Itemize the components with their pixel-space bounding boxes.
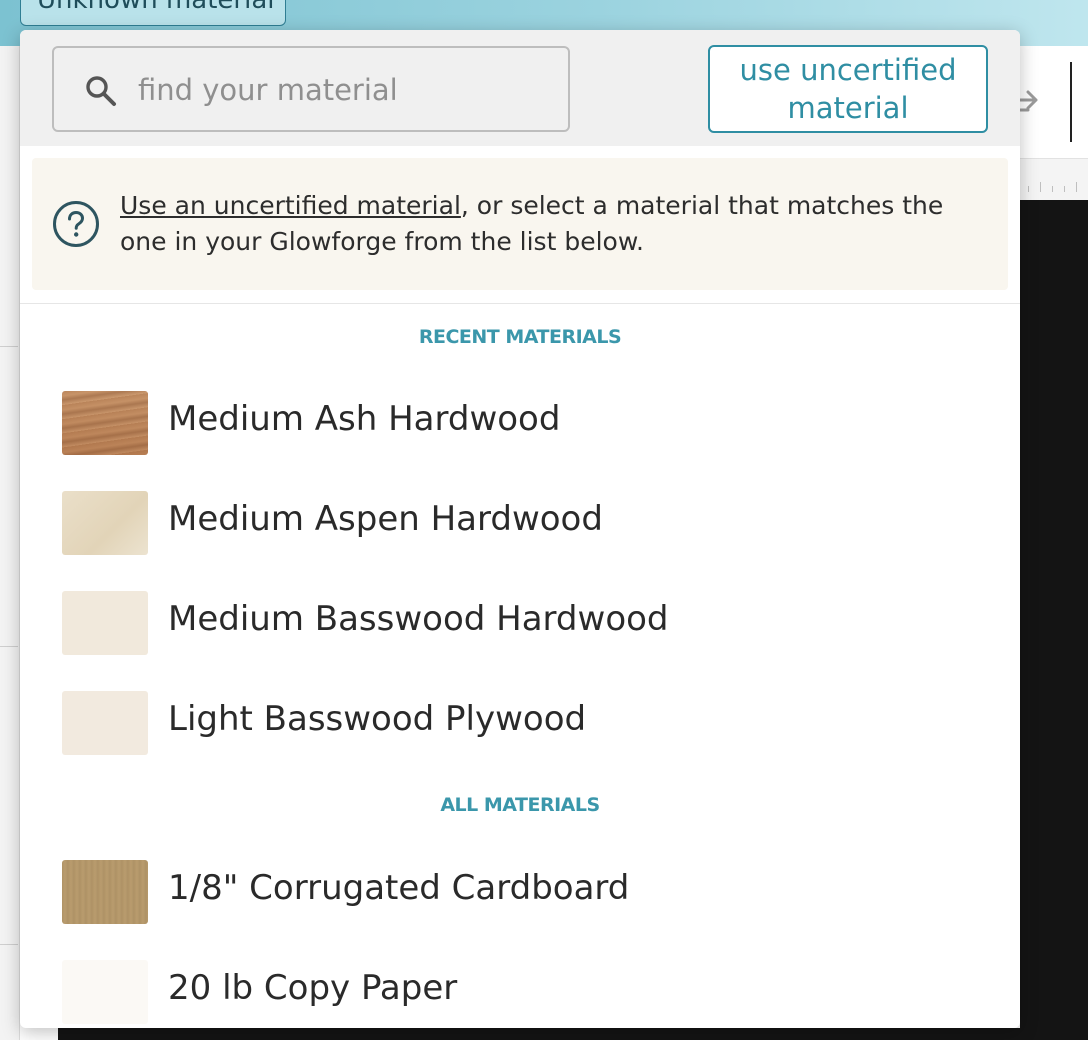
info-text: Use an uncertified material, or select a… xyxy=(120,188,980,260)
material-label: 1/8" Corrugated Cardboard xyxy=(168,868,630,908)
use-uncertified-material-button[interactable]: use uncertified material xyxy=(708,45,988,133)
material-label: Medium Basswood Hardwood xyxy=(168,599,669,639)
left-toolbar-strip xyxy=(0,46,20,1040)
material-item-light-basswood-plywood[interactable]: Light Basswood Plywood xyxy=(62,689,962,755)
toolbar-separator xyxy=(1070,62,1072,142)
strip-divider xyxy=(0,646,18,647)
material-item-medium-aspen-hardwood[interactable]: Medium Aspen Hardwood xyxy=(62,489,962,555)
material-item-medium-basswood-hardwood[interactable]: Medium Basswood Hardwood xyxy=(62,589,962,655)
strip-divider xyxy=(0,346,18,347)
aspen-wood-swatch xyxy=(62,491,148,555)
material-label: 20 lb Copy Paper xyxy=(168,968,458,1008)
question-mark-icon xyxy=(53,201,99,247)
material-selector-button[interactable]: Unknown material xyxy=(20,0,286,26)
material-label: Medium Aspen Hardwood xyxy=(168,499,603,539)
basswood-swatch xyxy=(62,591,148,655)
cardboard-swatch xyxy=(62,860,148,924)
material-item-medium-ash-hardwood[interactable]: Medium Ash Hardwood xyxy=(62,389,962,455)
search-box[interactable] xyxy=(52,46,570,132)
material-item-copy-paper[interactable]: 20 lb Copy Paper xyxy=(62,958,962,1024)
design-canvas[interactable] xyxy=(1020,200,1088,1040)
ash-wood-swatch xyxy=(62,391,148,455)
popup-header: use uncertified material xyxy=(20,30,1020,146)
strip-divider xyxy=(0,944,18,945)
paper-swatch xyxy=(62,960,148,1024)
search-input[interactable] xyxy=(136,62,560,118)
recent-materials-header: RECENT MATERIALS xyxy=(418,326,622,348)
material-picker-popup: use uncertified material Use an uncertif… xyxy=(20,30,1020,1028)
design-canvas-bottom xyxy=(58,1028,1020,1040)
use-uncertified-material-link[interactable]: Use an uncertified material xyxy=(120,191,461,220)
all-materials-header: ALL MATERIALS xyxy=(440,794,600,816)
material-label: Medium Ash Hardwood xyxy=(168,399,561,439)
ruler xyxy=(1020,158,1088,200)
search-icon xyxy=(86,76,116,106)
divider xyxy=(20,303,1020,304)
basswood-plywood-swatch xyxy=(62,691,148,755)
material-label: Light Basswood Plywood xyxy=(168,699,587,739)
material-item-corrugated-cardboard[interactable]: 1/8" Corrugated Cardboard xyxy=(62,858,962,924)
info-box: Use an uncertified material, or select a… xyxy=(32,158,1008,290)
